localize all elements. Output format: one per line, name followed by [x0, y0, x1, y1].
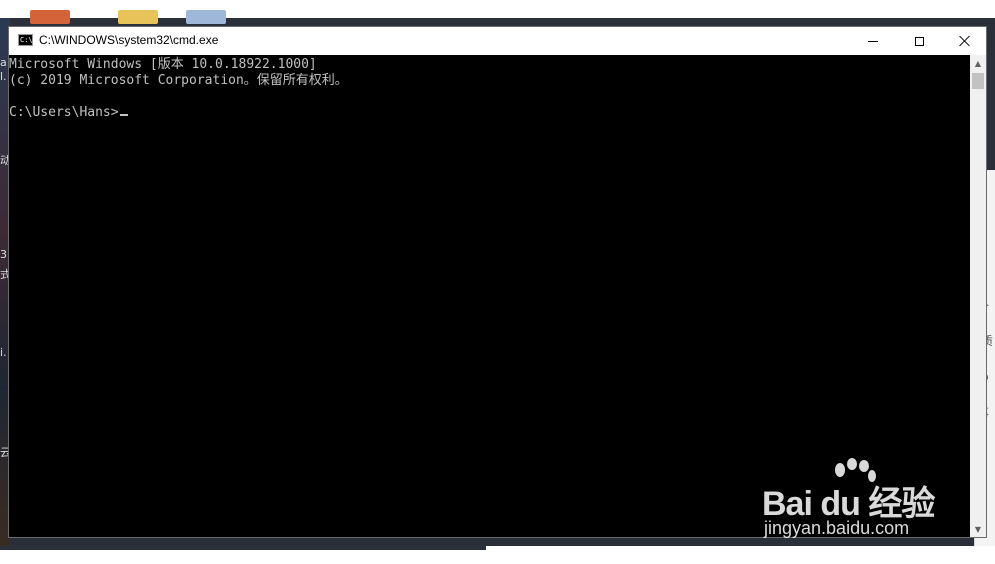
minimize-icon	[868, 40, 878, 42]
close-button[interactable]	[942, 27, 988, 55]
background-bottom-strip	[0, 546, 995, 564]
cmd-window[interactable]: C:\ C:\WINDOWS\system32\cmd.exe Microsof…	[8, 26, 987, 538]
chevron-up-icon: ▲	[974, 58, 982, 68]
chevron-down-icon: ▼	[974, 524, 982, 534]
scroll-up-button[interactable]: ▲	[970, 55, 986, 71]
left-fragment: i.	[0, 346, 7, 359]
cmd-icon-glyph: C:\	[20, 36, 33, 44]
close-icon	[959, 35, 971, 47]
console-prompt: C:\Users\Hans>	[9, 105, 119, 120]
maximize-button[interactable]	[896, 27, 942, 55]
console-prompt-line[interactable]: C:\Users\Hans>	[9, 105, 970, 121]
console-line: Microsoft Windows [版本 10.0.18922.1000]	[9, 57, 317, 72]
background-dark-strip	[0, 546, 486, 550]
left-fragment: a	[0, 56, 7, 69]
vertical-scrollbar[interactable]: ▲ ▼	[970, 55, 986, 537]
scroll-down-button[interactable]: ▼	[970, 521, 986, 537]
maximize-icon	[914, 36, 924, 46]
window-title: C:\WINDOWS\system32\cmd.exe	[39, 33, 219, 47]
scrollbar-thumb[interactable]	[972, 73, 984, 89]
console-output[interactable]: Microsoft Windows [版本 10.0.18922.1000] (…	[9, 55, 970, 537]
desktop-icons-row	[30, 10, 230, 24]
text-cursor	[119, 114, 128, 116]
console-line: (c) 2019 Microsoft Corporation。保留所有权利。	[9, 73, 348, 88]
title-bar[interactable]: C:\ C:\WINDOWS\system32\cmd.exe	[9, 27, 986, 55]
cmd-icon[interactable]: C:\	[18, 34, 33, 46]
minimize-button[interactable]	[850, 27, 896, 55]
left-fragment: l.	[0, 70, 7, 83]
